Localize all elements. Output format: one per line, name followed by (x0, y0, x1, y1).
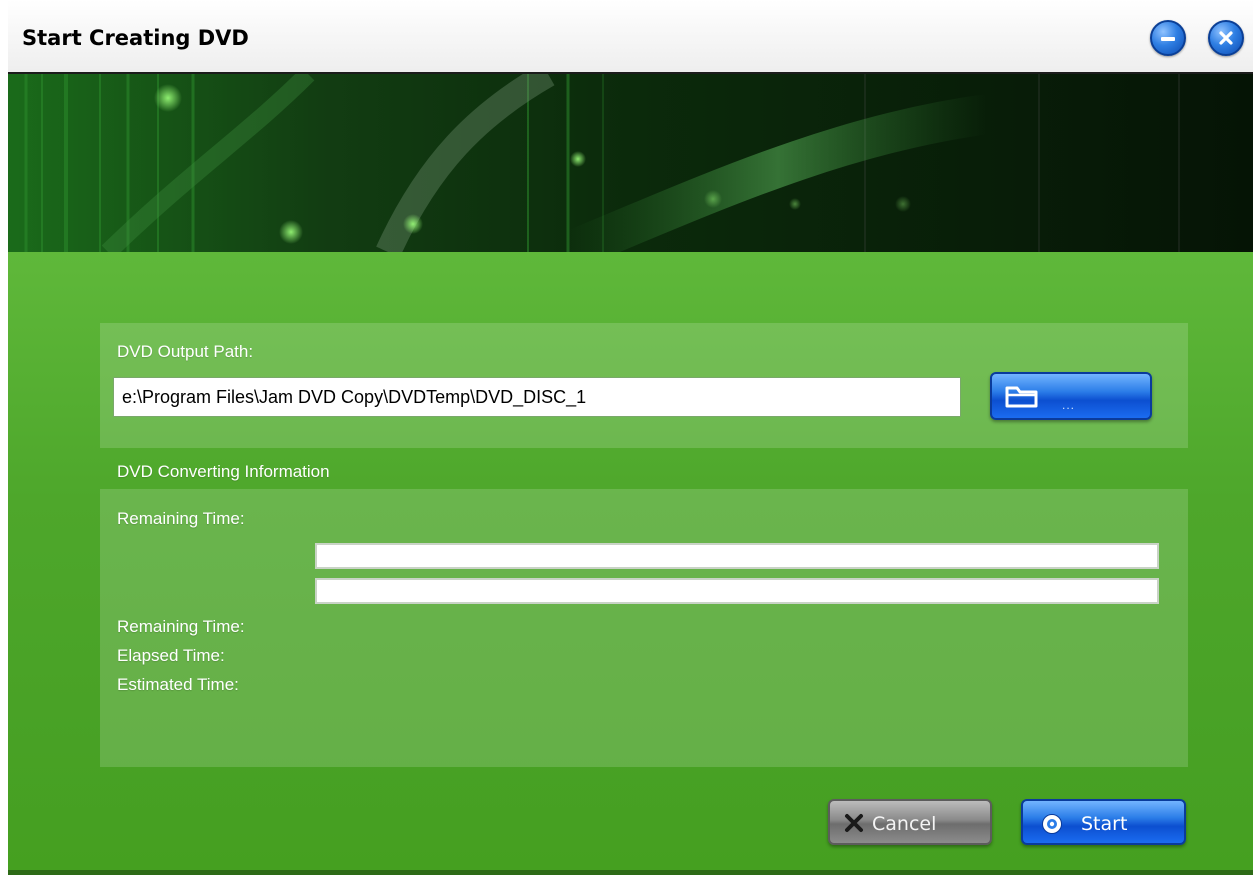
dialog-body: DVD Output Path: ... DVD Converting Info… (8, 252, 1253, 870)
progress-bar-current (315, 543, 1159, 569)
minimize-icon (1161, 37, 1175, 41)
close-button[interactable] (1208, 20, 1244, 56)
disc-icon (1042, 814, 1062, 834)
cancel-button-label: Cancel (872, 813, 937, 835)
window-bottom-border (8, 870, 1253, 875)
dialog-window: Start Creating DVD DVD Output Path: e:\P… (8, 0, 1253, 875)
minimize-button[interactable] (1150, 20, 1186, 56)
elapsed-time-label: Elapsed Time: (117, 646, 225, 665)
start-button-label: Start (1081, 813, 1128, 835)
browse-label: ... (1062, 398, 1076, 412)
x-icon (845, 814, 863, 832)
title-bar: Start Creating DVD (8, 0, 1253, 74)
window-title: Start Creating DVD (22, 26, 249, 50)
remaining-time-label-top: Remaining Time: (117, 509, 245, 528)
folder-icon (1005, 386, 1038, 408)
browse-folder-button[interactable]: ... (990, 372, 1152, 420)
header-banner-image (8, 74, 1253, 252)
output-path-label: DVD Output Path: (117, 342, 254, 361)
progress-bar-total (315, 578, 1159, 604)
cancel-button[interactable]: Cancel (828, 799, 992, 845)
close-icon (1219, 31, 1233, 45)
remaining-time-label: Remaining Time: (117, 617, 245, 636)
estimated-time-label: Estimated Time: (117, 675, 239, 694)
converting-info-title: DVD Converting Information (117, 462, 330, 481)
output-path-input[interactable] (113, 377, 961, 417)
converting-info-panel (100, 489, 1188, 767)
start-button[interactable]: Start (1021, 799, 1186, 845)
